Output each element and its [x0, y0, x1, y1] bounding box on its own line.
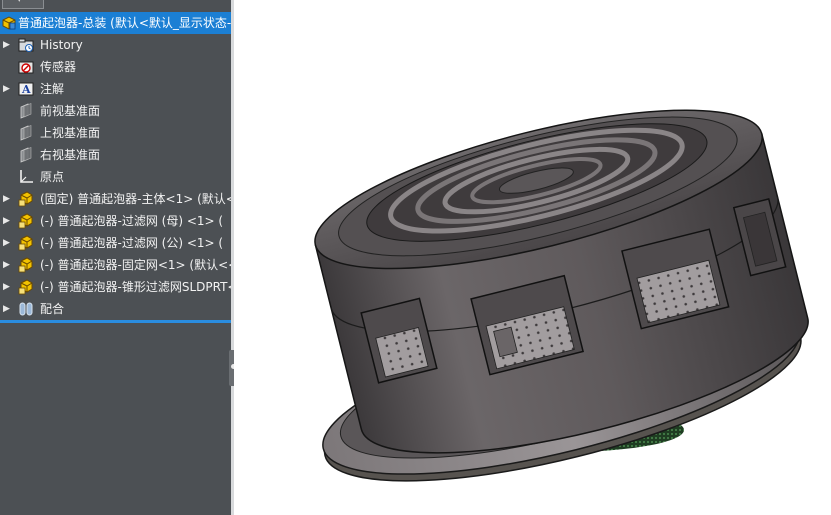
expand-arrow-icon[interactable]: ▶: [3, 302, 13, 316]
plane-icon: [18, 103, 34, 119]
tree-item-0[interactable]: ▶ History: [0, 34, 231, 56]
part-icon: [18, 191, 34, 207]
tree-item-10[interactable]: ▶ (-) 普通起泡器-固定网<1> (默认<<: [0, 254, 231, 276]
tree-item-label: 右视基准面: [40, 148, 101, 162]
part-icon: [18, 213, 34, 229]
origin-icon: [18, 169, 34, 185]
tree-item-label: (-) 普通起泡器-锥形过滤网SLDPRT<: [40, 280, 231, 294]
part-icon: [18, 279, 34, 295]
plane-icon: [18, 147, 34, 163]
expand-arrow-icon[interactable]: ▶: [3, 192, 13, 206]
part-icon: [18, 235, 34, 251]
tree-item-7[interactable]: ▶ (固定) 普通起泡器-主体<1> (默认<: [0, 188, 231, 210]
tree-item-2[interactable]: ▶ A 注解: [0, 78, 231, 100]
tree-item-4[interactable]: 上视基准面: [0, 122, 231, 144]
svg-text:A: A: [21, 83, 31, 96]
tree-item-label: 上视基准面: [40, 126, 101, 140]
tree-item-label: (-) 普通起泡器-过滤网 (公) <1> (: [40, 236, 224, 250]
expand-arrow-icon[interactable]: ▶: [3, 258, 13, 272]
tree-item-5[interactable]: 右视基准面: [0, 144, 231, 166]
tree-filter-dropdown[interactable]: ▾: [2, 0, 44, 9]
tree-item-label: 传感器: [40, 60, 77, 74]
graphics-viewport[interactable]: [234, 0, 831, 515]
tree-root-label: 普通起泡器-总装 (默认<默认_显示状态-: [18, 16, 231, 30]
tree-item-label: History: [40, 38, 83, 52]
mates-icon: [18, 301, 34, 317]
annotation-icon: A: [18, 81, 34, 97]
feature-manager-tree: ▾ 普通起泡器-总装 (默认<默认_显示状态- ▶ History 传感器 ▶ A 注解前…: [0, 0, 231, 515]
expand-arrow-icon[interactable]: ▶: [3, 82, 13, 96]
tree-item-label: 前视基准面: [40, 104, 101, 118]
part-icon: [18, 257, 34, 273]
tree-item-label: (-) 普通起泡器-固定网<1> (默认<<: [40, 258, 231, 272]
tree-filter-bar: ▾: [0, 0, 231, 10]
tree-rollback-bar[interactable]: [0, 320, 231, 323]
chevron-down-icon: ▾: [17, 0, 22, 5]
aerator-3d-model: [314, 109, 809, 482]
sensor-icon: [18, 59, 34, 75]
history-folder-icon: [18, 37, 34, 53]
tree-item-11[interactable]: ▶ (-) 普通起泡器-锥形过滤网SLDPRT<: [0, 276, 231, 298]
tree-item-9[interactable]: ▶ (-) 普通起泡器-过滤网 (公) <1> (: [0, 232, 231, 254]
tree-item-6[interactable]: 原点: [0, 166, 231, 188]
expand-arrow-icon[interactable]: ▶: [3, 236, 13, 250]
main-body-cylinder: [314, 109, 809, 454]
tree-item-label: 配合: [40, 302, 65, 316]
expand-arrow-icon[interactable]: ▶: [3, 280, 13, 294]
expand-arrow-icon[interactable]: ▶: [3, 214, 13, 228]
tree-item-12[interactable]: ▶ 配合: [0, 298, 231, 320]
tree-root-assembly[interactable]: 普通起泡器-总装 (默认<默认_显示状态-: [0, 12, 231, 34]
tree-item-3[interactable]: 前视基准面: [0, 100, 231, 122]
tree-item-label: (-) 普通起泡器-过滤网 (母) <1> (: [40, 214, 224, 228]
tree-item-label: 原点: [40, 170, 65, 184]
assembly-icon: [1, 15, 17, 31]
tree-item-8[interactable]: ▶ (-) 普通起泡器-过滤网 (母) <1> (: [0, 210, 231, 232]
tree-item-label: 注解: [40, 82, 65, 96]
expand-arrow-icon[interactable]: ▶: [3, 38, 13, 52]
tree-item-1[interactable]: 传感器: [0, 56, 231, 78]
plane-icon: [18, 125, 34, 141]
tree-item-label: (固定) 普通起泡器-主体<1> (默认<: [40, 192, 231, 206]
